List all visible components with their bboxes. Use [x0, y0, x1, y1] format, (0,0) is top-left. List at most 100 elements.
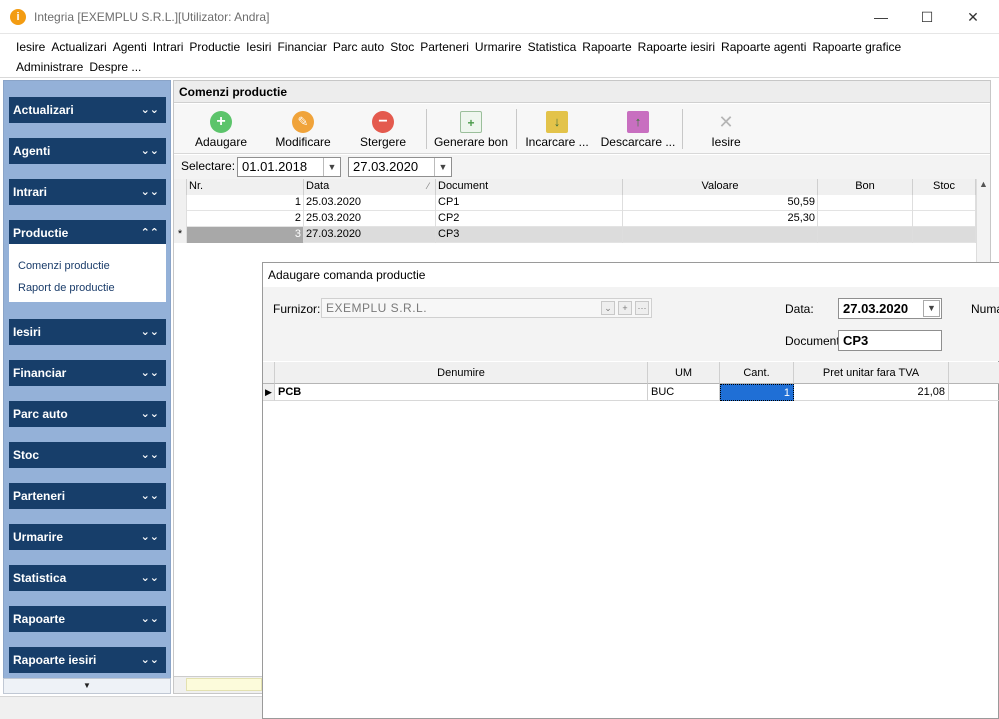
- sidebar-group-rapoarte-iesiri[interactable]: Rapoarte iesiri ⌄⌄: [9, 647, 166, 673]
- edit-button[interactable]: ✎ Modificare: [268, 104, 338, 154]
- cell-bon: [818, 211, 913, 227]
- dialog-title: Adaugare comanda productie: [263, 263, 999, 287]
- column-header-document[interactable]: Document: [436, 179, 623, 195]
- minimize-button[interactable]: —: [858, 0, 904, 34]
- chevron-down-icon[interactable]: ▼: [323, 158, 340, 176]
- row-indicator: *: [174, 227, 187, 243]
- column-header-denumire[interactable]: Denumire: [275, 362, 648, 384]
- column-header-pret[interactable]: Pret unitar fara TVA: [794, 362, 949, 384]
- document-input[interactable]: CP3: [838, 330, 942, 351]
- cell-data: 25.03.2020: [304, 195, 436, 211]
- chevron-up-icon[interactable]: ▲: [979, 179, 988, 189]
- document-value: CP3: [843, 333, 869, 348]
- column-header-extra[interactable]: [949, 362, 999, 384]
- generate-receipt-button[interactable]: + Generare bon: [430, 104, 512, 154]
- table-row[interactable]: 1 25.03.2020 CP1 50,59: [174, 195, 976, 211]
- menu-urmarire[interactable]: Urmarire: [475, 37, 522, 57]
- chevron-down-icon[interactable]: ▼: [434, 158, 451, 176]
- cell-um[interactable]: BUC: [648, 384, 720, 401]
- sidebar-scroll-down-button[interactable]: ▼: [3, 678, 171, 694]
- sidebar-item-raport-productie[interactable]: Raport de productie: [18, 282, 115, 294]
- sidebar-item-comenzi-productie[interactable]: Comenzi productie: [18, 260, 110, 272]
- menu-parteneri[interactable]: Parteneri: [420, 37, 469, 57]
- menu-iesiri[interactable]: Iesiri: [246, 37, 271, 57]
- sidebar-group-intrari[interactable]: Intrari ⌄⌄: [9, 179, 166, 205]
- column-header-cant[interactable]: Cant.: [720, 362, 794, 384]
- table-row[interactable]: 2 25.03.2020 CP2 25,30: [174, 211, 976, 227]
- sidebar-group-parc-auto[interactable]: Parc auto ⌄⌄: [9, 401, 166, 427]
- toolbar-separator: [426, 109, 427, 149]
- column-header-stoc[interactable]: Stoc: [913, 179, 976, 195]
- menu-despre[interactable]: Despre ...: [89, 57, 141, 77]
- menu-productie[interactable]: Productie: [189, 37, 240, 57]
- date-from-picker[interactable]: 01.01.2018 ▼: [237, 157, 341, 177]
- sidebar-group-iesiri[interactable]: Iesiri ⌄⌄: [9, 319, 166, 345]
- sidebar-group-actualizari[interactable]: Actualizari ⌄⌄: [9, 97, 166, 123]
- sidebar-group-label: Productie: [13, 226, 69, 240]
- sidebar-group-productie[interactable]: Productie ⌃⌃: [9, 220, 166, 246]
- sidebar-group-agenti[interactable]: Agenti ⌄⌄: [9, 138, 166, 164]
- chevron-double-down-icon: ⌄⌄: [140, 326, 159, 338]
- menu-iesire[interactable]: Iesire: [16, 37, 45, 57]
- exit-button[interactable]: ✕ Iesire: [694, 104, 758, 154]
- chevron-double-down-icon: ⌄⌄: [140, 531, 159, 543]
- export-button[interactable]: ↑ Descarcare ...: [600, 104, 676, 154]
- sidebar-group-stoc[interactable]: Stoc ⌄⌄: [9, 442, 166, 468]
- chevron-down-icon[interactable]: ▼: [923, 300, 940, 317]
- sidebar-group-label: Intrari: [13, 185, 48, 199]
- maximize-button[interactable]: ☐: [904, 0, 950, 34]
- close-button[interactable]: ✕: [950, 0, 996, 34]
- sidebar-group-statistica[interactable]: Statistica ⌄⌄: [9, 565, 166, 591]
- sidebar-group-label: Rapoarte: [13, 612, 66, 626]
- menu-agenti[interactable]: Agenti: [113, 37, 147, 57]
- data-date-picker[interactable]: 27.03.2020 ▼: [838, 298, 942, 319]
- sidebar-group-label: Parc auto: [13, 407, 68, 421]
- dialog-grid-header-row: Denumire UM Cant. Pret unitar fara TVA: [263, 362, 999, 384]
- cell-document: CP1: [436, 195, 623, 211]
- date-to-picker[interactable]: 27.03.2020 ▼: [348, 157, 452, 177]
- import-button-label: Incarcare ...: [525, 135, 589, 149]
- sidebar-group-parteneri[interactable]: Parteneri ⌄⌄: [9, 483, 166, 509]
- sidebar-group-urmarire[interactable]: Urmarire ⌄⌄: [9, 524, 166, 550]
- minus-circle-icon: −: [372, 111, 394, 133]
- menu-intrari[interactable]: Intrari: [153, 37, 184, 57]
- sidebar-submenu-productie: Comenzi productie Raport de productie: [9, 244, 166, 302]
- menu-parc-auto[interactable]: Parc auto: [333, 37, 384, 57]
- chevron-double-down-icon: ⌄⌄: [140, 654, 159, 666]
- plus-icon[interactable]: +: [618, 301, 632, 315]
- sidebar-group-rapoarte[interactable]: Rapoarte ⌄⌄: [9, 606, 166, 632]
- menu-rapoarte-agenti[interactable]: Rapoarte agenti: [721, 37, 806, 57]
- column-header-data[interactable]: Data ⁄: [304, 179, 436, 195]
- menu-administrare[interactable]: Administrare: [16, 57, 83, 77]
- menu-stoc[interactable]: Stoc: [390, 37, 414, 57]
- menu-actualizari[interactable]: Actualizari: [51, 37, 106, 57]
- cell-bon: [818, 227, 913, 243]
- export-button-label: Descarcare ...: [600, 135, 676, 149]
- row-indicator: [174, 195, 187, 211]
- column-header-valoare[interactable]: Valoare: [623, 179, 818, 195]
- cell-pret[interactable]: 21,08: [794, 384, 949, 401]
- cell-cant[interactable]: 1: [720, 384, 794, 401]
- delete-button[interactable]: − Stergere: [352, 104, 414, 154]
- menu-financiar[interactable]: Financiar: [277, 37, 326, 57]
- more-icon[interactable]: ···: [635, 301, 649, 315]
- menu-rapoarte[interactable]: Rapoarte: [582, 37, 631, 57]
- column-header-um[interactable]: UM: [648, 362, 720, 384]
- add-button[interactable]: + Adaugare: [188, 104, 254, 154]
- cell-extra[interactable]: [949, 384, 999, 401]
- furnizor-value: EXEMPLU S.R.L.: [326, 301, 428, 315]
- table-row[interactable]: ▶ PCB BUC 1 21,08: [263, 384, 999, 401]
- menu-statistica[interactable]: Statistica: [528, 37, 577, 57]
- menu-rapoarte-iesiri[interactable]: Rapoarte iesiri: [638, 37, 715, 57]
- cell-valoare: 25,30: [623, 211, 818, 227]
- cell-denumire[interactable]: PCB: [275, 384, 648, 401]
- column-header-bon[interactable]: Bon: [818, 179, 913, 195]
- column-header-nr[interactable]: Nr.: [187, 179, 304, 195]
- menu-rapoarte-grafice[interactable]: Rapoarte grafice: [812, 37, 901, 57]
- chevron-down-icon[interactable]: ⌄: [601, 301, 615, 315]
- sidebar-group-financiar[interactable]: Financiar ⌄⌄: [9, 360, 166, 386]
- edit-button-label: Modificare: [275, 135, 331, 149]
- document-label: Document:: [785, 334, 844, 348]
- import-button[interactable]: ↓ Incarcare ...: [520, 104, 594, 154]
- table-row-selected[interactable]: * 3 27.03.2020 CP3: [174, 227, 976, 243]
